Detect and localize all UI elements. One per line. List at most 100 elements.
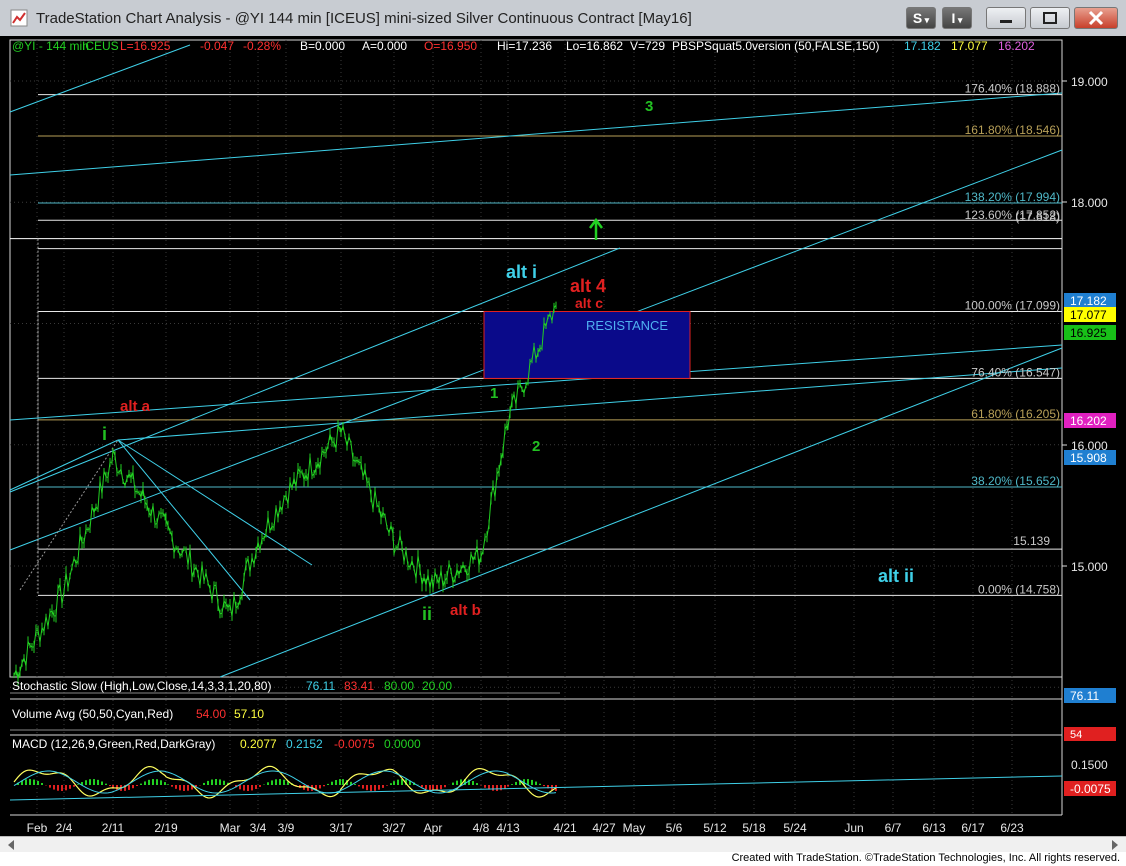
window-title: TradeStation Chart Analysis - @YI 144 mi…	[36, 10, 692, 27]
fib-label: 0.00% (14.758)	[978, 582, 1060, 596]
header-field: L=16.925	[120, 39, 171, 53]
date-tick-label: 4/13	[496, 821, 520, 835]
fib-label: 176.40% (18.888)	[965, 82, 1060, 96]
header-field: ICEUS	[82, 39, 119, 53]
volume-label: Volume Avg (50,50,Cyan,Red)	[12, 707, 173, 721]
price-line	[13, 305, 557, 681]
price-tick-label: 19.000	[1071, 75, 1108, 89]
price-chart-svg[interactable]: 19.00018.00016.00015.00017.18217.07716.9…	[0, 36, 1126, 843]
price-badge-label: 17.077	[1070, 308, 1107, 322]
price-axis: 19.00018.00016.00015.00017.18217.07716.9…	[1062, 75, 1116, 796]
wave-annotation: i	[102, 424, 107, 444]
macd-label: MACD (12,26,9,Green,Red,DarkGray)	[12, 737, 215, 751]
wave-annotation: 1	[490, 385, 498, 402]
date-tick-label: Feb	[27, 821, 48, 835]
price-badge-label: 15.908	[1070, 451, 1107, 465]
wave-annotation: alt i	[506, 262, 537, 282]
horizontal-scrollbar[interactable]	[0, 836, 1126, 853]
header-field: 16.202	[998, 39, 1035, 53]
volume-label: 57.10	[234, 707, 264, 721]
stoch-badge-label: 76.11	[1070, 689, 1099, 703]
header-field: 17.182	[904, 39, 941, 53]
header-field: -0.28%	[243, 39, 281, 53]
date-tick-label: Apr	[424, 821, 443, 835]
header-field: B=0.000	[300, 39, 345, 53]
volume-label: 54.00	[196, 707, 226, 721]
header-field: V=729	[630, 39, 665, 53]
wave-annotation: ii	[422, 604, 432, 624]
wave-annotation: alt c	[575, 295, 603, 311]
volume-badge-label: 54	[1070, 729, 1082, 741]
trend-channel-line	[9, 44, 191, 113]
price-badge-label: 16.202	[1070, 414, 1107, 428]
macd-label: 0.2077	[240, 737, 277, 751]
wave-annotation: RESISTANCE	[586, 318, 668, 333]
date-tick-label: 6/23	[1000, 821, 1024, 835]
s-button-label: S	[912, 10, 923, 26]
fib-label: 138.20% (17.994)	[965, 190, 1060, 204]
macd-label: -0.0075	[334, 737, 375, 751]
grid	[9, 39, 1063, 816]
macd-badge-label: -0.0075	[1070, 782, 1111, 796]
stoch-label: 80.00	[384, 679, 414, 693]
scroll-arrows	[8, 840, 1118, 850]
date-tick-label: Mar	[220, 821, 241, 835]
date-tick-label: 6/13	[922, 821, 946, 835]
scroll-right-icon[interactable]	[1112, 840, 1118, 850]
window-titlebar: TradeStation Chart Analysis - @YI 144 mi…	[0, 0, 1126, 37]
date-tick-label: 2/11	[102, 821, 125, 835]
header-field: @YI - 144 min	[12, 39, 89, 53]
fib-label: (17.618)	[1015, 210, 1060, 224]
wave-annotation: alt 4	[570, 276, 606, 296]
maximize-button[interactable]	[1030, 7, 1070, 29]
close-button[interactable]	[1074, 7, 1118, 29]
scroll-left-icon[interactable]	[8, 840, 14, 850]
stoch-label: 20.00	[422, 679, 452, 693]
header-field: Lo=16.862	[566, 39, 623, 53]
date-tick-label: 3/17	[329, 821, 353, 835]
date-tick-label: 3/4	[250, 821, 267, 835]
chart-text: Feb 2/4 2/11 2/19 Mar 3/4 3/9 3/17 3/27 Apr 4/8 4/1…	[12, 39, 1060, 835]
tradestation-app-icon	[10, 9, 28, 27]
date-tick-label: May	[623, 821, 646, 835]
date-tick-label: 5/12	[703, 821, 727, 835]
date-tick-label: 2/4	[56, 821, 73, 835]
price-tick-label: 15.000	[1071, 560, 1108, 574]
macd-label: 0.2152	[286, 737, 323, 751]
date-tick-label: 2/19	[154, 821, 178, 835]
price-badge-label: 17.182	[1070, 294, 1107, 308]
date-tick-label: 6/7	[885, 821, 902, 835]
stoch-label: 76.11	[306, 679, 335, 693]
close-icon	[1088, 10, 1104, 26]
wave-annotation: alt b	[450, 602, 481, 619]
fib-label: 161.80% (18.546)	[965, 123, 1060, 137]
date-tick-label: 3/9	[278, 821, 295, 835]
date-tick-label: 5/6	[666, 821, 683, 835]
macd-axis-label: 0.1500	[1071, 758, 1108, 772]
date-tick-label: 4/8	[473, 821, 490, 835]
header-field: PBSPSquat5.0version (50,FALSE,150)	[672, 39, 879, 53]
stoch-label: 83.41	[344, 679, 374, 693]
price-tick-label: 18.000	[1071, 196, 1108, 210]
chart-area[interactable]: 19.000 18.000 16.000 15.000 17.182 17.077 16.9…	[0, 36, 1126, 843]
minimize-button[interactable]	[986, 7, 1026, 29]
trend-channel-line	[9, 92, 1063, 176]
date-tick-label: Jun	[844, 821, 863, 835]
header-field: -0.047	[200, 39, 234, 53]
s-menu-button[interactable]: S ▾	[906, 7, 936, 29]
header-field: 17.077	[951, 39, 988, 53]
header-field: Hi=17.236	[497, 39, 552, 53]
fib-label: 38.20% (15.652)	[971, 474, 1060, 488]
date-tick-label: 5/18	[742, 821, 766, 835]
header-field: O=16.950	[424, 39, 477, 53]
up-arrow-icon	[589, 217, 603, 240]
wave-annotation: alt a	[120, 398, 151, 415]
i-menu-button[interactable]: I ▾	[942, 7, 972, 29]
fib-label: 76.40% (16.547)	[971, 365, 1060, 379]
date-tick-label: 6/17	[961, 821, 985, 835]
minimize-icon	[1000, 20, 1012, 23]
date-tick-label: 3/27	[382, 821, 406, 835]
wave-annotation: 3	[645, 98, 653, 115]
fib-label: 61.80% (16.205)	[971, 407, 1060, 421]
date-tick-label: 4/21	[553, 821, 577, 835]
